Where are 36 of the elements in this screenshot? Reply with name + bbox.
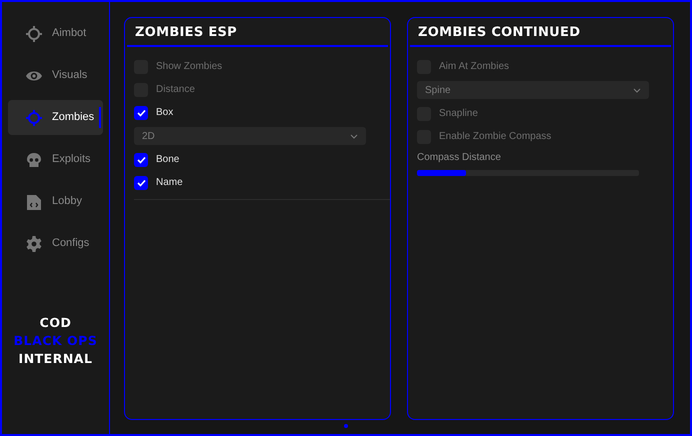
checkbox-label: Show Zombies [156,60,222,74]
panel-title: ZOMBIES ESP [135,24,237,42]
checkbox-label: Name [156,176,183,190]
dropdown[interactable]: 2D [134,127,366,145]
sidebar-item[interactable]: Configs [8,226,103,261]
sidebar-item[interactable]: Lobby [8,184,103,219]
panel-title: ZOMBIES CONTINUED [418,24,580,42]
logo-text: COD [40,314,72,332]
logo-text: INTERNAL [18,350,92,368]
checkbox-label: Snapline [439,107,478,121]
checkbox[interactable] [134,152,148,166]
code-file-icon [26,194,42,210]
slider-label: Compass Distance [417,151,502,165]
checkbox-label: Box [156,106,174,120]
check-icon [136,156,146,164]
sidebar-item[interactable]: Visuals [8,58,103,93]
check-icon [136,178,146,186]
checkbox[interactable] [134,176,148,190]
chevron-down-icon [633,88,641,92]
dropdown[interactable]: Spine [417,81,649,99]
sidebar-item[interactable]: Aimbot [8,16,103,51]
sidebar-item[interactable]: Zombies [8,100,103,135]
checkbox-label: Enable Zombie Compass [439,130,552,144]
crosshair-icon [26,26,42,42]
sidebar-item[interactable]: Exploits [8,142,103,177]
logo-text: BLACK OPS [14,332,98,350]
settings-icon [26,236,42,252]
checkbox[interactable] [134,106,148,120]
slider-track[interactable] [417,170,639,176]
checkbox-label: Distance [156,83,195,97]
chevron-down-icon [350,134,358,138]
skull-icon [26,152,42,168]
check-icon [136,108,146,116]
crosshair-icon [26,110,42,126]
checkbox-label: Bone [156,153,180,167]
checkbox-label: Aim At Zombies [439,60,510,74]
